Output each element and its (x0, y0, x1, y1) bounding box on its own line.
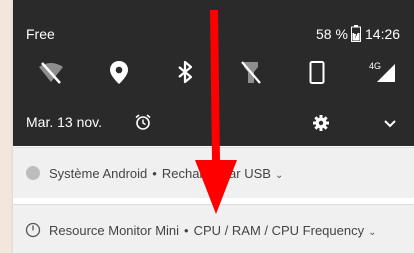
bluetooth-icon[interactable] (171, 58, 199, 86)
notification-app-name: Resource Monitor Mini (49, 223, 180, 238)
quick-settings-panel: Free 58 % 14:26 4G Mar. 13 nov. (13, 0, 414, 146)
notification-shade: Free 58 % 14:26 4G Mar. 13 nov. Système … (13, 0, 414, 253)
notification-separator: • (152, 166, 157, 181)
date-label[interactable]: Mar. 13 nov. (26, 114, 102, 130)
carrier-name: Free (26, 26, 55, 42)
flashlight-off-icon[interactable] (237, 58, 265, 86)
mobile-data-label: 4G (369, 61, 381, 71)
status-clock: 14:26 (365, 26, 401, 42)
alarm-clock-icon[interactable] (134, 113, 152, 131)
chevron-down-icon[interactable] (381, 114, 399, 132)
status-bar: Free 58 % 14:26 (13, 0, 414, 46)
notification-app-name: Système Android (49, 166, 148, 181)
location-icon[interactable] (105, 58, 133, 86)
notification-summary: Recharge par USB (161, 166, 271, 181)
notification-resource-monitor[interactable]: Resource Monitor Mini • CPU / RAM / CPU Fr… (13, 204, 414, 253)
notification-summary: CPU / RAM / CPU Frequency (193, 223, 365, 238)
notification-separator: • (184, 223, 189, 238)
notification-header: Resource Monitor Mini • CPU / RAM / CPU Fr… (49, 223, 377, 238)
wifi-off-icon[interactable] (37, 58, 65, 86)
chevron-down-icon[interactable]: ⌄ (368, 227, 376, 238)
notification-header: Système Android • Recharge par USB ⌄ (49, 166, 283, 181)
mobile-data-4g-icon[interactable]: 4G (369, 58, 397, 86)
android-system-app-icon (25, 165, 41, 181)
screen-rotation-icon[interactable] (303, 58, 331, 86)
power-icon (25, 222, 41, 238)
battery-icon (351, 25, 361, 42)
gear-icon[interactable] (312, 114, 330, 132)
notification-android-system[interactable]: Système Android • Recharge par USB ⌄ (13, 147, 414, 198)
chevron-down-icon[interactable]: ⌄ (275, 170, 283, 181)
date-row: Mar. 13 nov. (13, 104, 414, 144)
battery-percentage: 58 % (316, 26, 348, 42)
